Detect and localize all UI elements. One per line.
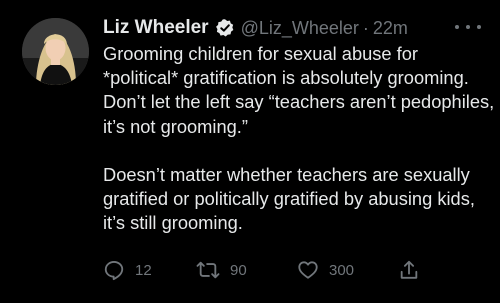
- author-name[interactable]: Liz Wheeler: [103, 17, 209, 39]
- tweet-header: Liz Wheeler @Liz_Wheeler · 22m: [103, 15, 408, 41]
- retweet-count: 90: [230, 261, 247, 279]
- tweet-text: Grooming children for sexual abuse for *…: [103, 42, 498, 235]
- retweet-icon: [196, 259, 220, 281]
- heart-icon: [297, 259, 319, 281]
- tweet-paragraph: Grooming children for sexual abuse for *…: [103, 43, 495, 137]
- reply-button[interactable]: 12: [103, 258, 152, 282]
- more-options-icon[interactable]: [455, 20, 481, 34]
- avatar[interactable]: [22, 18, 89, 85]
- tweet-card[interactable]: Liz Wheeler @Liz_Wheeler · 22m Grooming …: [0, 0, 500, 303]
- like-count: 300: [329, 261, 355, 279]
- share-icon: [398, 259, 420, 281]
- author-handle[interactable]: @Liz_Wheeler: [241, 18, 359, 39]
- tweet-actions: 12 90 300: [103, 258, 433, 282]
- retweet-button[interactable]: 90: [196, 258, 247, 282]
- tweet-paragraph: Doesn’t matter whether teachers are sexu…: [103, 163, 475, 234]
- separator-dot: ·: [362, 17, 369, 38]
- reply-count: 12: [135, 261, 152, 279]
- reply-icon: [103, 259, 125, 281]
- verified-badge-icon: [215, 18, 235, 38]
- like-button[interactable]: 300: [297, 258, 354, 282]
- timestamp[interactable]: 22m: [373, 18, 408, 39]
- share-button[interactable]: [398, 258, 420, 282]
